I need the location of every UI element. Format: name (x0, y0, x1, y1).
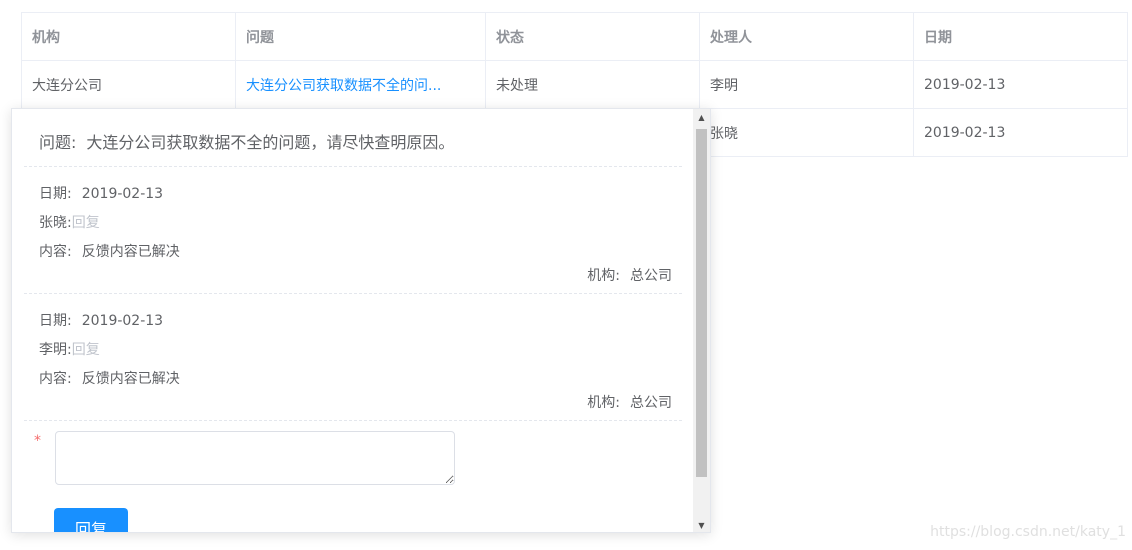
reply-org-line: 机构: 总公司 (587, 265, 672, 285)
scroll-up-arrow-icon[interactable]: ▲ (693, 109, 710, 126)
date-label: 日期: (39, 186, 72, 202)
cell-handler: 李明 (700, 61, 914, 108)
reply-link[interactable]: 回复 (72, 215, 100, 231)
reply-link[interactable]: 回复 (72, 342, 100, 358)
reply-user: 张晓: (39, 215, 72, 231)
issue-text: 大连分公司获取数据不全的问题，请尽快查明原因。 (86, 133, 455, 152)
reply-date-line: 日期: 2019-02-13 (39, 310, 163, 330)
content-label: 内容: (39, 244, 72, 260)
column-header-issue[interactable]: 问题 (236, 13, 486, 60)
reply-form: * (24, 421, 682, 511)
column-header-org[interactable]: 机构 (22, 13, 236, 60)
required-mark: * (34, 433, 41, 449)
reply-content: 反馈内容已解决 (81, 371, 180, 387)
popover-title: 问题: 大连分公司获取数据不全的问题，请尽快查明原因。 (24, 109, 682, 167)
scrollbar-thumb[interactable] (696, 129, 707, 477)
reply-user-line: 张晓:回复 (39, 212, 100, 232)
org-label: 机构: (587, 395, 620, 411)
reply-content-line: 内容: 反馈内容已解决 (39, 368, 180, 388)
reply-item: 日期: 2019-02-13 李明:回复 内容: 反馈内容已解决 机构: 总公司 (24, 294, 682, 421)
reply-date-line: 日期: 2019-02-13 (39, 183, 163, 203)
cell-date: 2019-02-13 (924, 76, 1006, 93)
reply-user-line: 李明:回复 (39, 339, 100, 359)
reply-org: 总公司 (630, 268, 672, 284)
reply-textarea[interactable] (55, 431, 455, 485)
table-header-row: 机构 问题 状态 处理人 日期 (22, 13, 1127, 61)
reply-org: 总公司 (630, 395, 672, 411)
reply-date: 2019-02-13 (81, 186, 164, 202)
reply-content: 反馈内容已解决 (81, 244, 180, 260)
issue-label: 问题: (39, 133, 77, 152)
cell-status: 未处理 (486, 61, 700, 108)
reply-user: 李明: (39, 342, 72, 358)
watermark: https://blog.csdn.net/katy_1 (930, 524, 1126, 540)
reply-item: 日期: 2019-02-13 张晓:回复 内容: 反馈内容已解决 机构: 总公司 (24, 167, 682, 294)
content-label: 内容: (39, 371, 72, 387)
cell-issue: 大连分公司获取数据不全的问... (236, 61, 486, 108)
table-row[interactable]: 大连分公司 大连分公司获取数据不全的问... 未处理 李明 2019-02-13 (22, 61, 1127, 109)
reply-content-line: 内容: 反馈内容已解决 (39, 241, 180, 261)
cell-org: 大连分公司 (22, 61, 236, 108)
popover-scrollbar[interactable]: ▲ ▼ (693, 109, 710, 532)
org-label: 机构: (587, 268, 620, 284)
cell-date: 2019-02-13 (924, 124, 1006, 141)
reply-date: 2019-02-13 (81, 313, 164, 329)
scroll-down-arrow-icon[interactable]: ▼ (693, 517, 710, 532)
column-header-status[interactable]: 状态 (486, 13, 700, 60)
column-header-date[interactable]: 日期 (914, 13, 1127, 60)
submit-reply-button[interactable]: 回复 (54, 508, 128, 532)
issue-detail-popover: 问题: 大连分公司获取数据不全的问题，请尽快查明原因。 日期: 2019-02-13… (11, 108, 711, 533)
date-label: 日期: (39, 313, 72, 329)
reply-org-line: 机构: 总公司 (587, 392, 672, 412)
column-header-handler[interactable]: 处理人 (700, 13, 914, 60)
popover-content: 问题: 大连分公司获取数据不全的问题，请尽快查明原因。 日期: 2019-02-13… (12, 109, 694, 532)
issue-link[interactable]: 大连分公司获取数据不全的问... (246, 75, 441, 95)
cell-handler: 张晓 (700, 109, 914, 156)
